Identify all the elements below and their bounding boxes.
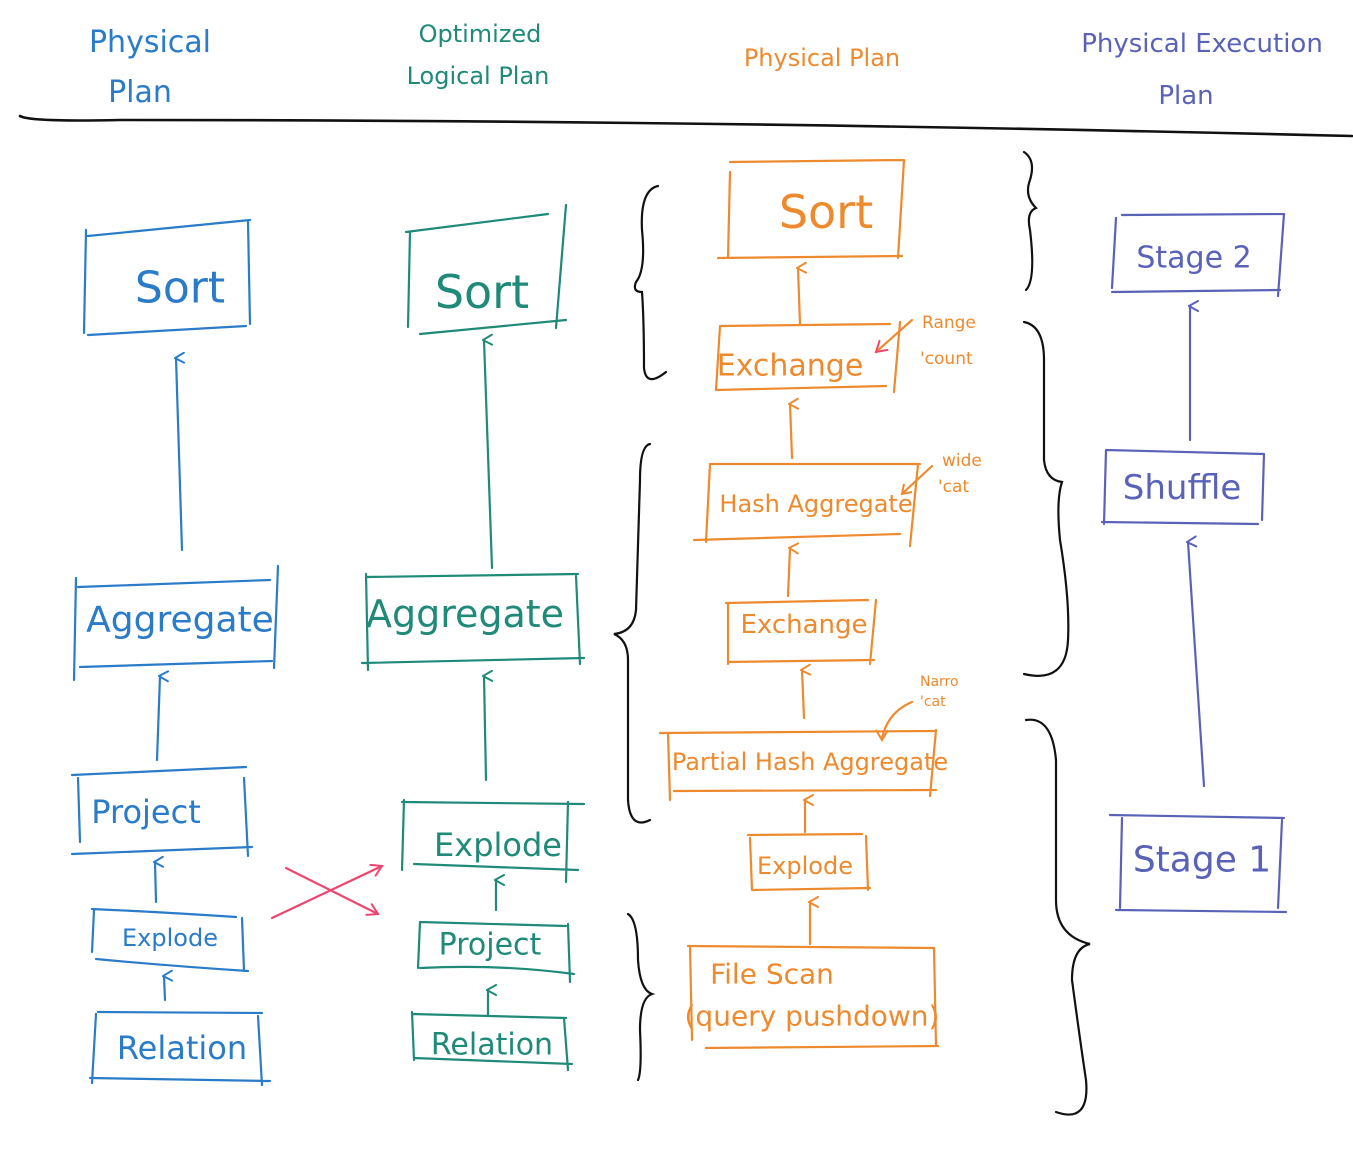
node-label: Explode <box>434 826 562 864</box>
node-label-line-1: File Scan <box>710 958 834 991</box>
node-aggregate[interactable]: Aggregate <box>360 572 586 672</box>
header-line-2: Logical Plan <box>407 62 550 90</box>
edge-explode-to-aggregate <box>484 676 486 782</box>
node-label: Project <box>439 928 542 963</box>
annotation-line-1: wide <box>942 451 982 471</box>
node-label: Sort <box>779 185 873 239</box>
column-header-physical-execution-plan: Physical Execution Plan <box>1081 29 1323 111</box>
edge-exchange-range-to-sort <box>798 268 800 326</box>
node-stage-1[interactable]: Stage 1 <box>1108 813 1288 914</box>
node-file-scan[interactable]: File Scan (query pushdown) <box>685 944 940 1050</box>
header-line-2: Plan <box>108 75 172 110</box>
edge-explode-to-project <box>155 862 156 904</box>
node-sort[interactable]: Sort <box>716 158 906 260</box>
right-brace-stage-2 <box>1022 150 1038 292</box>
node-aggregate[interactable]: Aggregate <box>72 564 280 682</box>
column-header-spark-physical-plan: Physical Plan <box>744 44 900 72</box>
annotation-line-2: 'count <box>920 349 973 369</box>
header-line-1: Physical <box>89 25 211 60</box>
edge-partial-hash-aggregate-to-exchange <box>802 670 804 720</box>
column-header-optimized-logical-plan: Optimized Logical Plan <box>407 20 550 90</box>
node-explode[interactable]: Explode <box>90 907 250 973</box>
node-label: Exchange <box>740 610 867 640</box>
node-label: Exchange <box>717 349 864 384</box>
left-brace-stage-1 <box>626 912 656 1082</box>
annotation-line-1: Range <box>922 313 976 333</box>
column-header-physical-plan: Physical Plan <box>89 25 211 110</box>
node-explode[interactable]: Explode <box>746 832 872 892</box>
annotation-line-2: 'cat <box>938 477 969 497</box>
node-partial-hash-aggregate[interactable]: Partial Hash Aggregate <box>658 728 948 802</box>
edge-hash-aggregate-to-exchange-range <box>790 404 792 460</box>
explode-project-swap-arrows <box>270 863 384 920</box>
physical-plan-column: Sort Aggregate Project Explode Relation <box>70 218 280 1087</box>
right-brace-shuffle <box>1022 320 1070 677</box>
node-project[interactable]: Project <box>416 920 576 984</box>
node-label: Relation <box>431 1028 553 1063</box>
edge-project-to-aggregate <box>155 676 160 762</box>
edge-aggregate-to-sort <box>484 340 492 570</box>
node-label: Stage 1 <box>1133 840 1271 881</box>
node-label: Aggregate <box>366 592 564 636</box>
edge-exchange-to-hash-aggregate <box>786 548 790 598</box>
header-line-1: Physical Execution <box>1081 29 1323 59</box>
physical-execution-plan-column: Stage 2 Shuffle Stage 1 <box>1100 212 1288 914</box>
edge-relation-to-explode <box>164 976 165 1002</box>
left-brace-stage-2 <box>633 184 668 381</box>
optimized-logical-plan-column: Sort Aggregate Explode Project Relation <box>360 203 586 1072</box>
left-brace-shuffle <box>609 442 652 824</box>
annotation-range-count: Range 'count <box>874 313 976 369</box>
node-label: Relation <box>117 1029 247 1067</box>
node-label: Project <box>91 793 200 831</box>
node-label: Explode <box>122 924 218 952</box>
spark-plan-diagram: Physical Plan Optimized Logical Plan Phy… <box>18 20 1353 1116</box>
node-label: Shuffle <box>1123 468 1241 508</box>
header-line-2: Plan <box>1158 81 1213 111</box>
annotation-wide-cat: wide 'cat <box>900 451 982 497</box>
node-label: Partial Hash Aggregate <box>672 748 948 776</box>
node-explode[interactable]: Explode <box>400 798 586 884</box>
header-divider <box>18 114 1353 138</box>
node-stage-2[interactable]: Stage 2 <box>1110 212 1286 298</box>
node-label-line-2: (query pushdown) <box>685 1000 940 1033</box>
node-shuffle[interactable]: Shuffle <box>1100 448 1266 526</box>
edge-stage-1-to-shuffle <box>1188 542 1206 788</box>
swap-arrow-up <box>270 863 384 920</box>
node-label: Sort <box>435 265 529 319</box>
spark-physical-plan-column: Sort Exchange Hash Aggregate Exchange Pa… <box>658 158 982 1050</box>
node-label: Explode <box>757 852 853 880</box>
node-sort[interactable]: Sort <box>82 218 252 337</box>
header-line-1: Physical Plan <box>744 44 900 72</box>
annotation-line-2: 'cat <box>920 694 946 710</box>
node-relation[interactable]: Relation <box>410 1010 574 1072</box>
node-label: Sort <box>135 263 225 314</box>
node-label: Aggregate <box>86 600 274 641</box>
node-label: Hash Aggregate <box>719 490 912 518</box>
annotation-line-1: Narro <box>920 674 959 690</box>
node-project[interactable]: Project <box>70 765 254 858</box>
edge-aggregate-to-sort <box>176 358 182 552</box>
right-brace-stage-1 <box>1024 718 1091 1116</box>
node-relation[interactable]: Relation <box>88 1010 272 1087</box>
node-exchange[interactable]: Exchange <box>724 598 878 666</box>
header-line-1: Optimized <box>419 20 542 48</box>
node-hash-aggregate[interactable]: Hash Aggregate <box>692 462 922 548</box>
node-exchange-range[interactable]: Exchange <box>714 320 902 394</box>
node-sort[interactable]: Sort <box>404 203 568 336</box>
node-label: Stage 2 <box>1136 241 1251 276</box>
